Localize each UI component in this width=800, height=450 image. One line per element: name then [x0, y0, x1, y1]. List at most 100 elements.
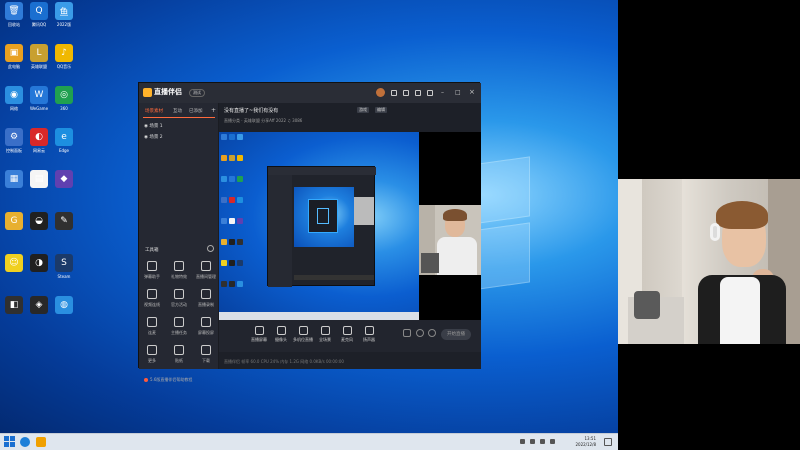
stream-preview[interactable] — [219, 132, 481, 320]
desktop-icon-glyph: ◉ — [5, 86, 23, 104]
tool-button[interactable]: 直播间管理 — [195, 261, 217, 285]
control-button[interactable]: 摄像头 — [269, 326, 293, 343]
desktop-icon[interactable]: Q 腾讯QQ — [27, 2, 51, 36]
tray-network-icon[interactable] — [530, 439, 535, 444]
help-link[interactable]: 5.6版直播伴侣帮助教程 — [144, 377, 192, 383]
tool-icon — [174, 317, 184, 327]
version-badge[interactable]: 测试 — [189, 89, 205, 97]
chat-icon[interactable] — [403, 329, 411, 337]
tool-label: 连麦 — [148, 330, 156, 335]
desktop-icon-glyph: W — [30, 86, 48, 104]
tray-volume-icon[interactable] — [540, 439, 545, 444]
tray-chevron-icon[interactable] — [520, 439, 525, 444]
tool-button[interactable]: 连麦 — [141, 317, 163, 341]
edge-taskbar-icon[interactable] — [20, 437, 30, 447]
desktop-icon[interactable]: ◈ — [27, 296, 51, 330]
desktop-icon[interactable]: ▤ — [27, 170, 51, 204]
desktop-icon[interactable]: ◆ — [52, 170, 76, 204]
start-button[interactable] — [4, 436, 15, 447]
tool-button[interactable]: 直播录制 — [195, 289, 217, 313]
desktop-icon[interactable]: ⚙ 控制面板 — [2, 128, 26, 162]
tray-clock[interactable]: 13:51 2022/12/8 — [575, 436, 596, 448]
tool-label: 主播任务 — [171, 330, 187, 335]
desktop-icon[interactable]: ♪ QQ音乐 — [52, 44, 76, 78]
desktop-icon[interactable]: ◒ — [27, 212, 51, 246]
desktop-icon[interactable]: e Edge — [52, 128, 76, 162]
status-bar: 直播伴侣 帧率 60.0 CPU 24% 内存 1.2G 网络 0.0KB/s … — [224, 359, 344, 364]
desktop-icon-label: 2022版 — [56, 22, 72, 27]
desktop-icon[interactable]: ◑ — [27, 254, 51, 288]
desktop-icon[interactable]: ◍ — [52, 296, 76, 330]
message-icon[interactable] — [403, 90, 409, 96]
preview-icon — [221, 155, 227, 161]
tool-button[interactable]: 更多 — [141, 345, 163, 369]
start-live-button[interactable]: 开始直播 — [441, 329, 471, 340]
tool-label: 更多 — [148, 358, 156, 363]
tool-button[interactable]: 礼物特效 — [168, 261, 190, 285]
settings-icon[interactable] — [391, 90, 397, 96]
toolbox-settings-icon[interactable] — [207, 245, 214, 252]
add-scene-icon[interactable]: + — [211, 107, 216, 114]
tool-icon — [174, 261, 184, 271]
control-button[interactable]: 多机位直播 — [291, 326, 315, 343]
skin-icon[interactable] — [415, 90, 421, 96]
desktop-icon[interactable]: G — [2, 212, 26, 246]
tool-button[interactable]: 下载 — [195, 345, 217, 369]
preview-cam-shirt — [437, 237, 477, 275]
desktop-icon[interactable]: S Steam — [52, 254, 76, 288]
desktop-icon[interactable]: ✎ — [52, 212, 76, 246]
desktop-icon-label: 控制面板 — [6, 148, 22, 153]
tool-icon — [147, 317, 157, 327]
category-tag[interactable]: 游戏 — [357, 107, 369, 113]
tool-label: 下载 — [202, 358, 210, 363]
tool-button[interactable]: 弹幕助手 — [141, 261, 163, 285]
stream-title[interactable]: 没有直播了~我们有没有 — [224, 107, 278, 114]
tool-button[interactable]: 屏幕投屏 — [195, 317, 217, 341]
desktop-icon[interactable]: ◎ 360 — [52, 86, 76, 120]
desktop-icon[interactable]: ☺ — [2, 254, 26, 288]
desktop-icon[interactable]: 鱼 2022版 — [52, 2, 76, 36]
help-dot-icon — [144, 378, 148, 382]
tool-button[interactable]: 官方活动 — [168, 289, 190, 313]
circle-icon[interactable] — [416, 329, 424, 337]
preview-icon — [237, 197, 243, 203]
preview-icon — [237, 155, 243, 161]
desktop-icon-glyph: ▣ — [5, 44, 23, 62]
desktop-icon-glyph: ◆ — [55, 170, 73, 188]
tab-interact[interactable]: 互动 — [173, 108, 182, 114]
control-button[interactable]: 直播屏幕 — [247, 326, 271, 343]
tool-icon — [201, 261, 211, 271]
desktop-icon[interactable]: L 英雄联盟 — [27, 44, 51, 78]
control-button[interactable]: 扬声器 — [357, 326, 381, 343]
scene-item-1[interactable]: ◉ 场景 1 — [144, 123, 163, 129]
edit-tag[interactable]: 编辑 — [375, 107, 387, 113]
notification-icon[interactable] — [604, 438, 612, 446]
explorer-taskbar-icon[interactable] — [36, 437, 46, 447]
tab-scene[interactable]: 场景素材 — [145, 108, 163, 114]
desktop-icon[interactable]: ◉ 网络 — [2, 86, 26, 120]
desktop-icon[interactable]: 🗑 回收站 — [2, 2, 26, 36]
tray-ime-icon[interactable] — [550, 439, 555, 444]
desktop-icon[interactable]: ◐ 网易云 — [27, 128, 51, 162]
menu-icon[interactable] — [427, 90, 433, 96]
tab-added[interactable]: 已添加 — [189, 108, 203, 114]
tool-button[interactable]: 视频连线 — [141, 289, 163, 313]
maximize-icon[interactable]: □ — [455, 89, 461, 96]
desktop-icon[interactable]: W WeGame — [27, 86, 51, 120]
control-button[interactable]: 全场景 — [313, 326, 337, 343]
desktop-icon[interactable]: ▦ — [2, 170, 26, 204]
desktop-icon-glyph: L — [30, 44, 48, 62]
desktop-icon[interactable]: ◧ — [2, 296, 26, 330]
camera-toggle-icon[interactable] — [428, 329, 436, 337]
tool-button[interactable]: 主播任务 — [168, 317, 190, 341]
desktop-icon[interactable]: ▣ 此电脑 — [2, 44, 26, 78]
minimize-icon[interactable]: – — [441, 89, 444, 96]
desktop-icon-label: Steam — [57, 274, 71, 279]
preview-icon — [237, 176, 243, 182]
tool-button[interactable]: 贴纸 — [168, 345, 190, 369]
close-icon[interactable]: × — [469, 88, 475, 96]
avatar[interactable] — [376, 88, 385, 97]
scene-item-2[interactable]: ◉ 场景 2 — [144, 134, 163, 140]
control-button[interactable]: 麦克风 — [335, 326, 359, 343]
clock-date: 2022/12/8 — [575, 442, 596, 447]
